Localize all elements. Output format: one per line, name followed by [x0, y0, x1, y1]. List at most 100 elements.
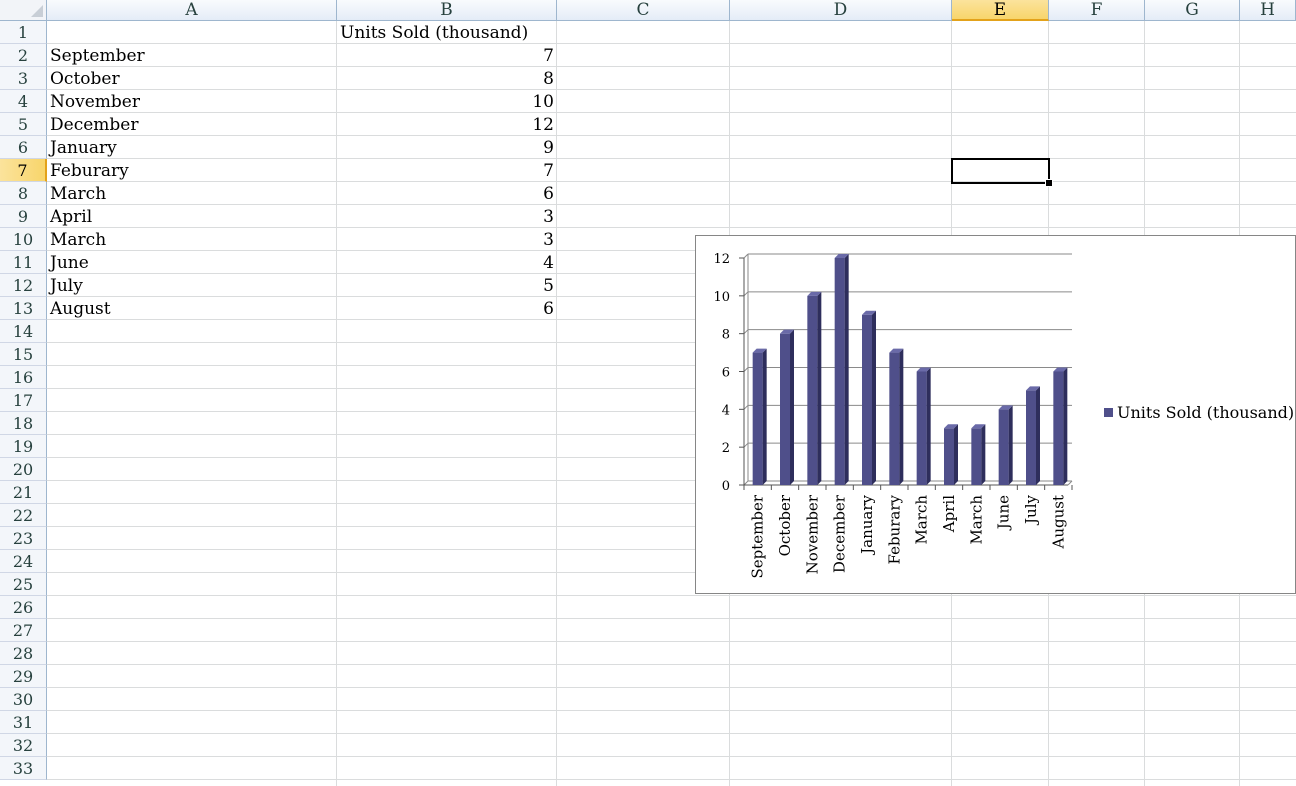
- row-header-10[interactable]: 10: [0, 228, 47, 251]
- x-category-label: September: [749, 494, 767, 578]
- cell-b12-units[interactable]: 5: [337, 274, 557, 297]
- bar-side: [762, 348, 767, 485]
- bar-side: [1036, 386, 1040, 485]
- row-header-31[interactable]: 31: [0, 711, 47, 734]
- y-tick-label: 12: [713, 252, 730, 267]
- cell-b1-header[interactable]: Units Sold (thousand): [337, 21, 557, 44]
- row-header-2[interactable]: 2: [0, 44, 47, 67]
- row-header-4[interactable]: 4: [0, 90, 47, 113]
- cell-a8-month[interactable]: March: [47, 182, 337, 205]
- row-header-7[interactable]: 7: [0, 159, 47, 182]
- chart-gridline-side: [743, 253, 749, 259]
- row-header-33[interactable]: 33: [0, 757, 47, 780]
- row-header-5[interactable]: 5: [0, 113, 47, 136]
- cell-b3-units[interactable]: 8: [337, 67, 557, 90]
- row-header-15[interactable]: 15: [0, 343, 47, 366]
- row-header-17[interactable]: 17: [0, 389, 47, 412]
- bar-8: [944, 428, 954, 485]
- gridline-horizontal: [47, 710, 1296, 711]
- row-header-26[interactable]: 26: [0, 596, 47, 619]
- row-header-27[interactable]: 27: [0, 619, 47, 642]
- x-category-label: December: [831, 494, 849, 573]
- y-tick-label: 10: [713, 290, 730, 305]
- cell-a13-month[interactable]: August: [47, 297, 337, 320]
- cell-a10-month[interactable]: March: [47, 228, 337, 251]
- row-header-14[interactable]: 14: [0, 320, 47, 343]
- cell-a2-month[interactable]: September: [47, 44, 337, 67]
- gridline-horizontal: [47, 618, 1296, 619]
- cell-a7-month[interactable]: Feburary: [47, 159, 337, 182]
- row-header-13[interactable]: 13: [0, 297, 47, 320]
- column-header-a[interactable]: A: [47, 0, 337, 21]
- floor-edge: [1067, 480, 1073, 486]
- y-tick-label: 0: [722, 479, 730, 494]
- bar-side: [817, 291, 822, 485]
- cell-b11-units[interactable]: 4: [337, 251, 557, 274]
- cell-b7-units[interactable]: 7: [337, 159, 557, 182]
- row-header-11[interactable]: 11: [0, 251, 47, 274]
- bar-7: [916, 371, 927, 485]
- cell-a5-month[interactable]: December: [47, 113, 337, 136]
- cell-a3-month[interactable]: October: [47, 67, 337, 90]
- bar-side: [1008, 405, 1013, 485]
- cell-a9-month[interactable]: April: [47, 205, 337, 228]
- column-header-d[interactable]: D: [730, 0, 952, 21]
- column-header-e[interactable]: E: [952, 0, 1049, 21]
- row-header-19[interactable]: 19: [0, 435, 47, 458]
- y-tick-label: 2: [722, 441, 730, 456]
- row-header-21[interactable]: 21: [0, 481, 47, 504]
- row-header-9[interactable]: 9: [0, 205, 47, 228]
- legend-label: Units Sold (thousand): [1117, 403, 1295, 422]
- units-sold-chart[interactable]: 0 2 4 6 8 10 12 September October November Decembe…: [695, 235, 1296, 594]
- fill-handle[interactable]: [1045, 179, 1053, 187]
- cell-a12-month[interactable]: July: [47, 274, 337, 297]
- row-header-8[interactable]: 8: [0, 182, 47, 205]
- select-all-corner[interactable]: [0, 0, 47, 21]
- row-header-24[interactable]: 24: [0, 550, 47, 573]
- row-header-29[interactable]: 29: [0, 665, 47, 688]
- column-header-h[interactable]: H: [1240, 0, 1296, 21]
- row-header-16[interactable]: 16: [0, 366, 47, 389]
- spreadsheet[interactable]: ABCDEFGH 1 2 3 4 5 6 7 8 9 10 11 12 13 14 15 16 17 18 19 20…: [0, 0, 1296, 786]
- bar-4: [834, 258, 845, 485]
- cell-b6-units[interactable]: 9: [337, 136, 557, 159]
- row-header-32[interactable]: 32: [0, 734, 47, 757]
- bar-6: [889, 352, 900, 485]
- chart-legend: Units Sold (thousand): [1104, 403, 1294, 422]
- chart-gridline-side: [743, 480, 749, 486]
- row-header-28[interactable]: 28: [0, 642, 47, 665]
- column-header-c[interactable]: C: [557, 0, 730, 21]
- column-header-g[interactable]: G: [1145, 0, 1240, 21]
- cell-b9-units[interactable]: 3: [337, 205, 557, 228]
- row-header-12[interactable]: 12: [0, 274, 47, 297]
- x-category-label: April: [940, 495, 958, 533]
- cell-a6-month[interactable]: January: [47, 136, 337, 159]
- cell-b2-units[interactable]: 7: [337, 44, 557, 67]
- x-category-label: November: [803, 494, 821, 574]
- cell-b10-units[interactable]: 3: [337, 228, 557, 251]
- column-header-b[interactable]: B: [337, 0, 557, 21]
- cell-b13-units[interactable]: 6: [337, 297, 557, 320]
- bar-3: [807, 295, 818, 485]
- row-header-20[interactable]: 20: [0, 458, 47, 481]
- row-header-30[interactable]: 30: [0, 688, 47, 711]
- column-header-f[interactable]: F: [1049, 0, 1145, 21]
- row-header-1[interactable]: 1: [0, 21, 47, 44]
- cell-b4-units[interactable]: 10: [337, 90, 557, 113]
- cell-a11-month[interactable]: June: [47, 251, 337, 274]
- row-header-22[interactable]: 22: [0, 504, 47, 527]
- x-category-label: August: [1049, 495, 1067, 549]
- row-header-23[interactable]: 23: [0, 527, 47, 550]
- chart-gridline-side: [743, 367, 749, 372]
- cell-b8-units[interactable]: 6: [337, 182, 557, 205]
- cell-b5-units[interactable]: 12: [337, 113, 557, 136]
- chart-gridline-side: [743, 404, 749, 410]
- bar-2: [780, 333, 790, 485]
- row-header-6[interactable]: 6: [0, 136, 47, 159]
- cell-a4-month[interactable]: November: [47, 90, 337, 113]
- gridline-horizontal: [47, 664, 1296, 665]
- active-cell-e7[interactable]: [951, 158, 1050, 184]
- row-header-3[interactable]: 3: [0, 67, 47, 90]
- row-header-18[interactable]: 18: [0, 412, 47, 435]
- row-header-25[interactable]: 25: [0, 573, 47, 596]
